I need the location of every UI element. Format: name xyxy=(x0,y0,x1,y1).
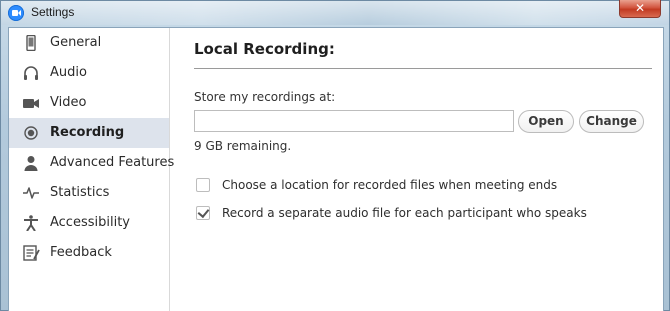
recording-path-input[interactable] xyxy=(194,110,514,132)
sidebar-item-label: Advanced Features xyxy=(50,155,175,170)
sidebar-item-video[interactable]: Video xyxy=(9,88,169,118)
user-icon xyxy=(24,156,38,171)
feedback-icon xyxy=(23,245,40,261)
sidebar-item-advanced-features[interactable]: Advanced Features xyxy=(9,148,174,178)
window-title: Settings xyxy=(31,5,75,19)
sidebar: General Audio Video Recording Advanced F… xyxy=(9,28,174,311)
change-button[interactable]: Change xyxy=(579,110,644,133)
headphones-icon xyxy=(24,66,38,80)
sidebar-item-statistics[interactable]: Statistics xyxy=(9,178,169,208)
sidebar-item-label: Feedback xyxy=(50,245,112,260)
divider xyxy=(194,68,652,69)
sidebar-item-recording[interactable]: Recording xyxy=(9,118,169,148)
page-title: Local Recording: xyxy=(194,40,335,58)
choose-location-option[interactable]: Choose a location for recorded files whe… xyxy=(194,177,654,195)
sidebar-item-label: Accessibility xyxy=(50,215,130,230)
sidebar-item-general[interactable]: General xyxy=(9,28,169,58)
settings-window: Settings ✕ General Audio Video Recording… xyxy=(0,0,670,311)
video-camera-icon xyxy=(23,99,39,108)
separate-audio-option[interactable]: Record a separate audio file for each pa… xyxy=(194,205,654,223)
settings-content: General Audio Video Recording Advanced F… xyxy=(8,27,664,311)
close-button[interactable]: ✕ xyxy=(619,0,661,18)
sidebar-item-feedback[interactable]: Feedback xyxy=(9,238,169,268)
storage-remaining-text: 9 GB remaining. xyxy=(194,139,292,153)
sidebar-item-label: General xyxy=(50,35,102,50)
checkmark-icon xyxy=(197,205,210,219)
sidebar-item-label: Statistics xyxy=(50,185,110,200)
sidebar-item-label: Recording xyxy=(50,125,125,140)
separate-audio-label: Record a separate audio file for each pa… xyxy=(222,206,587,220)
record-icon xyxy=(24,126,38,140)
store-location-label: Store my recordings at: xyxy=(194,90,336,104)
pulse-icon xyxy=(23,187,39,199)
separate-audio-checkbox[interactable] xyxy=(196,205,210,220)
sidebar-item-label: Video xyxy=(50,95,87,110)
zoom-app-icon xyxy=(8,5,24,21)
title-bar[interactable]: Settings ✕ xyxy=(1,0,669,25)
sidebar-item-accessibility[interactable]: Accessibility xyxy=(9,208,169,238)
choose-location-label: Choose a location for recorded files whe… xyxy=(222,178,558,192)
recording-settings-panel: Local Recording: Store my recordings at:… xyxy=(170,28,664,311)
sidebar-item-audio[interactable]: Audio xyxy=(9,58,169,88)
open-button[interactable]: Open xyxy=(518,110,574,133)
close-icon: ✕ xyxy=(634,1,646,15)
accessibility-icon xyxy=(24,215,38,231)
tablet-icon xyxy=(26,35,36,51)
sidebar-item-label: Audio xyxy=(50,65,87,80)
choose-location-checkbox[interactable] xyxy=(196,178,210,192)
